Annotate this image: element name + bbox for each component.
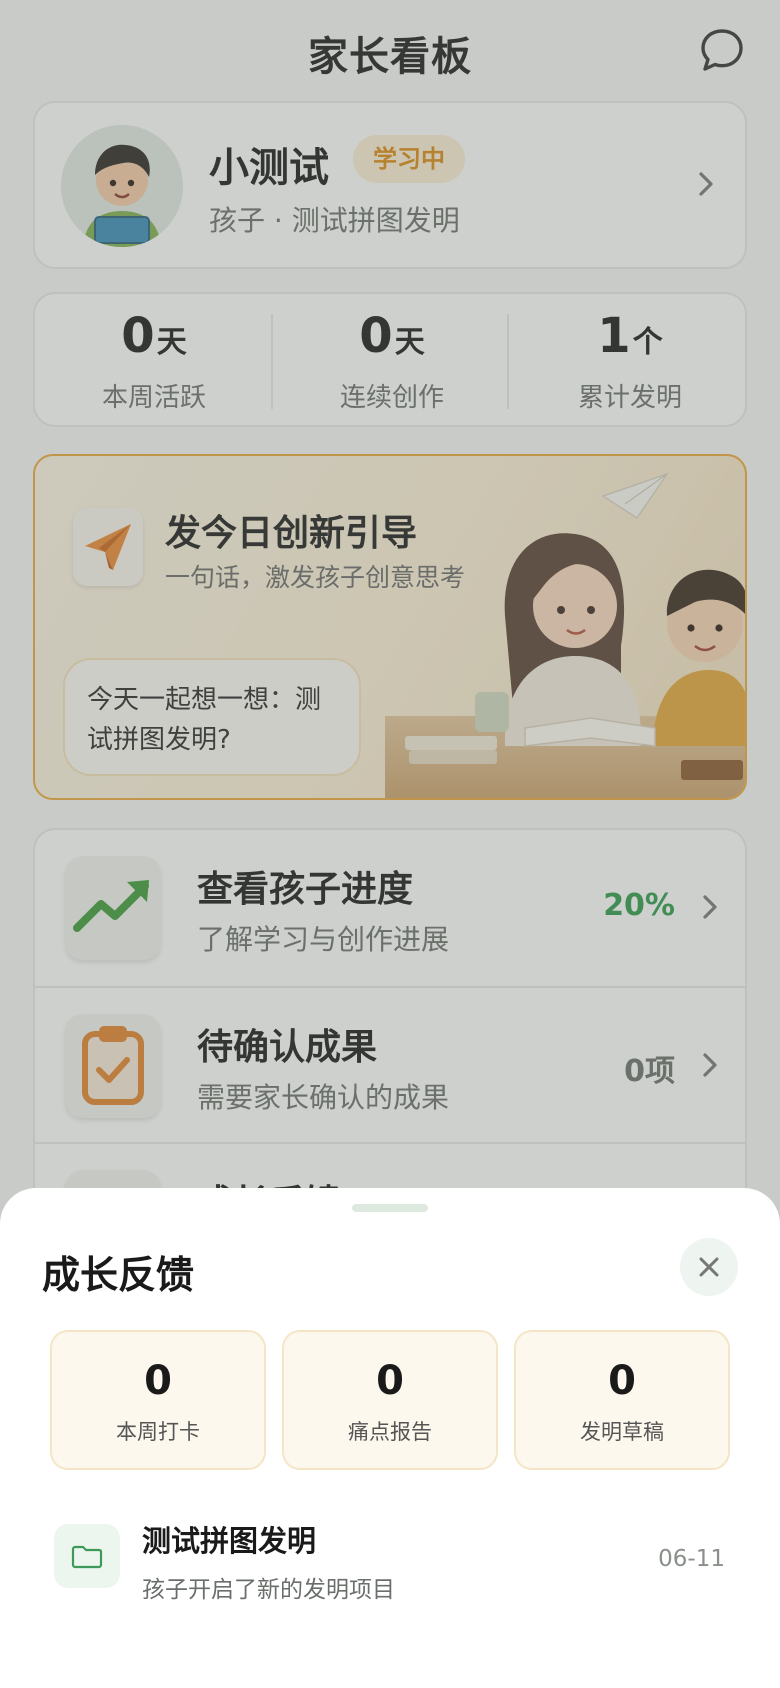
close-button[interactable] [680, 1238, 738, 1296]
growth-feedback-sheet: 成长反馈 0 本周打卡 0 痛点报告 0 发明草稿 测试拼图发明 孩子开启了新的… [0, 1188, 780, 1688]
activity-title: 测试拼图发明 [142, 1524, 317, 1558]
sheet-grabber[interactable] [352, 1204, 428, 1212]
stat-value: 0 [608, 1358, 636, 1404]
stat-label: 本周打卡 [116, 1420, 200, 1444]
activity-date: 06-11 [658, 1546, 725, 1572]
stat-value: 0 [376, 1358, 404, 1404]
folder-icon [54, 1524, 120, 1588]
activity-subtitle: 孩子开启了新的发明项目 [142, 1577, 395, 1603]
stat-label: 发明草稿 [580, 1420, 664, 1444]
parent-dashboard: 家长看板 小测试 学习中 孩子 · 测试拼图发明 0天 本周活跃 0天 连续创作… [0, 0, 780, 1688]
close-icon [699, 1257, 719, 1277]
sheet-stat-weekly-checkin: 0 本周打卡 [50, 1330, 266, 1470]
sheet-stat-pain-reports: 0 痛点报告 [282, 1330, 498, 1470]
stat-value: 0 [144, 1358, 172, 1404]
sheet-title: 成长反馈 [42, 1253, 195, 1297]
stat-label: 痛点报告 [348, 1420, 432, 1444]
sheet-stat-invention-drafts: 0 发明草稿 [514, 1330, 730, 1470]
